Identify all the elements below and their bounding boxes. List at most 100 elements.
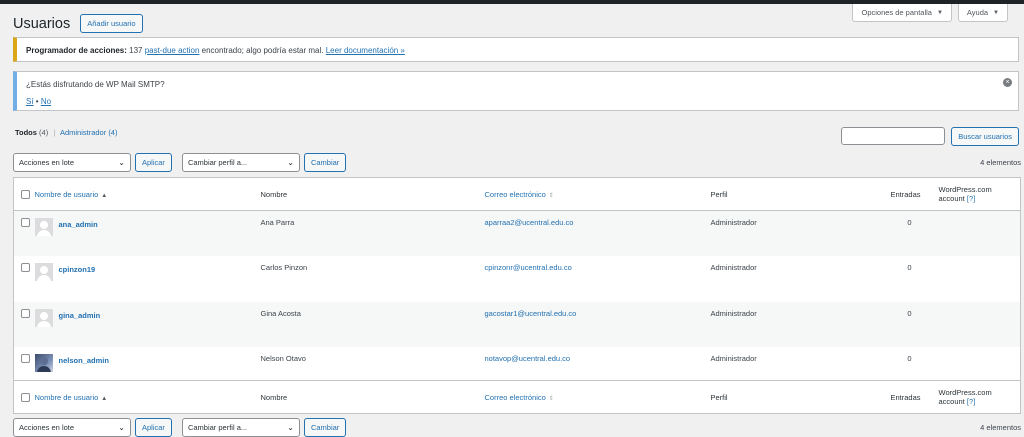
username-link[interactable]: gina_admin xyxy=(59,311,101,320)
caret-down-icon: ▼ xyxy=(993,9,999,16)
items-count: 4 elementos xyxy=(980,423,1021,432)
col-email-label: Correo electrónico xyxy=(484,392,546,402)
bulk-action-select[interactable]: Acciones en lote ⌄ xyxy=(13,418,131,437)
notice-actions: Sí • No xyxy=(26,97,1009,106)
no-link[interactable]: No xyxy=(41,97,51,106)
row-checkbox-cell xyxy=(13,210,35,256)
username-link[interactable]: ana_admin xyxy=(59,220,98,229)
view-all[interactable]: Todos (4) xyxy=(15,128,48,137)
chevron-down-icon: ⌄ xyxy=(118,423,125,432)
name-cell: Ana Parra xyxy=(260,210,485,256)
table-footer-row: Nombre de usuario ▲ Nombre Correo electró… xyxy=(13,380,1021,414)
change-role-value: Cambiar perfil a... xyxy=(187,158,248,167)
chevron-down-icon: ⌄ xyxy=(287,158,294,167)
select-all-cell xyxy=(13,380,35,414)
change-role-select[interactable]: Cambiar perfil a... ⌄ xyxy=(181,418,300,437)
posts-cell: 0 xyxy=(830,210,927,256)
col-email[interactable]: Correo electrónico ⇕ xyxy=(484,177,711,211)
items-count: 4 elementos xyxy=(980,158,1021,167)
table-row: nelson_admin Nelson Otavo notavop@ucentr… xyxy=(14,347,1021,381)
search-users-button[interactable]: Buscar usuarios xyxy=(951,127,1019,146)
select-all-checkbox[interactable] xyxy=(21,392,30,402)
col-wpcom-line2: account xyxy=(938,194,965,203)
yes-link[interactable]: Sí xyxy=(26,97,34,106)
screen-options-button[interactable]: Opciones de pantalla ▼ xyxy=(852,4,952,22)
col-email-label: Correo electrónico xyxy=(484,189,546,199)
search-box: Buscar usuarios xyxy=(841,127,1019,146)
view-administrator[interactable]: Administrador (4) xyxy=(60,128,118,137)
role-cell: Administrador xyxy=(710,210,831,256)
change-role-button[interactable]: Cambiar xyxy=(303,153,347,172)
view-all-count: (4) xyxy=(39,128,49,137)
view-all-label: Todos xyxy=(15,128,37,137)
col-name: Nombre xyxy=(260,177,485,211)
dismiss-icon[interactable]: × xyxy=(1003,78,1012,87)
wp-mail-smtp-notice: ¿Estás disfrutando de WP Mail SMTP? Sí •… xyxy=(13,71,1019,111)
col-wpcom: WordPress.com account [?] xyxy=(926,380,1021,414)
col-email[interactable]: Correo electrónico ⇕ xyxy=(484,380,711,414)
avatar xyxy=(34,308,53,327)
help-button[interactable]: Ayuda ▼ xyxy=(957,4,1008,22)
bulk-action-select[interactable]: Acciones en lote ⌄ xyxy=(13,153,131,172)
email-link[interactable]: gacostar1@ucentral.edu.co xyxy=(485,309,577,318)
avatar xyxy=(34,262,53,281)
change-role-button[interactable]: Cambiar xyxy=(303,418,347,437)
bulk-action-value: Acciones en lote xyxy=(19,158,75,167)
search-input[interactable] xyxy=(841,127,946,145)
wpcom-help-link[interactable]: [?] xyxy=(967,194,975,203)
col-wpcom: WordPress.com account [?] xyxy=(926,177,1021,211)
past-due-action-link[interactable]: past-due action xyxy=(145,46,200,55)
role-cell: Administrador xyxy=(710,301,831,347)
col-username-label: Nombre de usuario xyxy=(34,189,99,199)
tablenav-bottom: Acciones en lote ⌄ Aplicar Cambiar perfil… xyxy=(13,418,1021,437)
notice-question: ¿Estás disfrutando de WP Mail SMTP? xyxy=(26,80,165,89)
col-role: Perfil xyxy=(710,380,831,414)
col-wpcom-line1: WordPress.com xyxy=(938,185,992,194)
name-cell: Nelson Otavo xyxy=(260,353,306,363)
bulk-action-value: Acciones en lote xyxy=(19,423,75,432)
table-header-row: Nombre de usuario ▲ Nombre Correo electró… xyxy=(13,177,1021,211)
apply-button[interactable]: Aplicar xyxy=(135,153,172,172)
sort-icon: ⇕ xyxy=(548,192,554,199)
col-username[interactable]: Nombre de usuario ▲ xyxy=(34,380,261,414)
notice-text: 137 xyxy=(126,46,145,55)
notice-title: Programador de acciones: xyxy=(26,46,127,55)
users-table: Nombre de usuario ▲ Nombre Correo electró… xyxy=(13,177,1021,414)
chevron-down-icon: ⌄ xyxy=(118,158,125,167)
col-wpcom-line1: WordPress.com xyxy=(938,388,992,397)
username-cell: gina_admin xyxy=(34,301,261,347)
name-cell: Gina Acosta xyxy=(260,301,485,347)
row-checkbox[interactable] xyxy=(21,218,30,227)
email-cell: gacostar1@ucentral.edu.co xyxy=(484,301,711,347)
read-docs-link[interactable]: Leer documentación » xyxy=(326,46,405,55)
change-role-value: Cambiar perfil a... xyxy=(187,423,248,432)
username-link[interactable]: nelson_admin xyxy=(59,356,109,365)
view-admin-label: Administrador xyxy=(59,128,107,137)
col-wpcom-line2: account xyxy=(938,397,965,406)
wpcom-cell xyxy=(926,210,1021,256)
view-separator: | xyxy=(53,128,56,137)
row-checkbox[interactable] xyxy=(21,308,30,318)
col-role: Perfil xyxy=(710,177,831,211)
apply-button[interactable]: Aplicar xyxy=(135,418,172,437)
tablenav-top: Acciones en lote ⌄ Aplicar Cambiar perfil… xyxy=(13,153,1021,172)
row-checkbox[interactable] xyxy=(21,262,30,272)
col-username[interactable]: Nombre de usuario ▲ xyxy=(34,177,261,211)
email-link[interactable]: notavop@ucentral.edu.co xyxy=(485,354,571,363)
posts-cell: 0 xyxy=(907,353,912,363)
table-row: ana_admin Ana Parra aparraa2@ucentral.ed… xyxy=(13,210,1021,256)
wpcom-cell xyxy=(926,301,1021,347)
email-link[interactable]: cpinzonr@ucentral.edu.co xyxy=(485,263,572,272)
row-checkbox[interactable] xyxy=(21,353,30,363)
email-link[interactable]: aparraa2@ucentral.edu.co xyxy=(485,218,574,227)
separator: • xyxy=(33,97,41,106)
username-cell: nelson_admin xyxy=(34,347,261,381)
screen-options-label: Opciones de pantalla xyxy=(861,8,932,17)
select-all-checkbox[interactable] xyxy=(21,189,30,199)
add-user-button[interactable]: Añadir usuario xyxy=(80,14,143,33)
change-role-select[interactable]: Cambiar perfil a... ⌄ xyxy=(181,153,300,172)
wpcom-help-link[interactable]: [?] xyxy=(967,397,975,406)
username-link[interactable]: cpinzon19 xyxy=(59,265,96,274)
role-cell: Administrador xyxy=(710,262,757,272)
page-title: Usuarios xyxy=(13,15,71,32)
